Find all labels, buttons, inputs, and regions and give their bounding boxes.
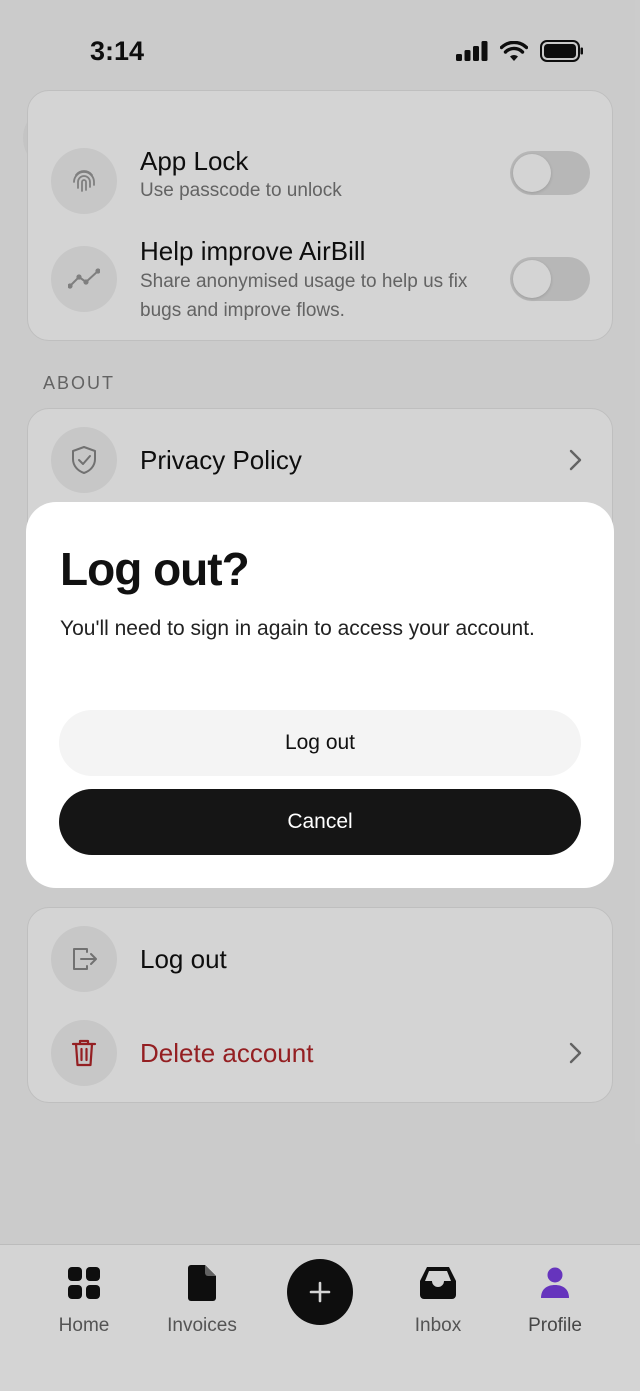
logout-dialog: Log out? You'll need to sign in again to… bbox=[26, 502, 614, 888]
dialog-title: Log out? bbox=[60, 543, 250, 595]
confirm-logout-button[interactable]: Log out bbox=[59, 710, 581, 776]
dialog-message: You'll need to sign in again to access y… bbox=[60, 617, 535, 640]
settings-screen: 3:14 App Lock Use passcode to unlock Hel… bbox=[0, 0, 640, 1391]
cancel-button[interactable]: Cancel bbox=[59, 789, 581, 855]
